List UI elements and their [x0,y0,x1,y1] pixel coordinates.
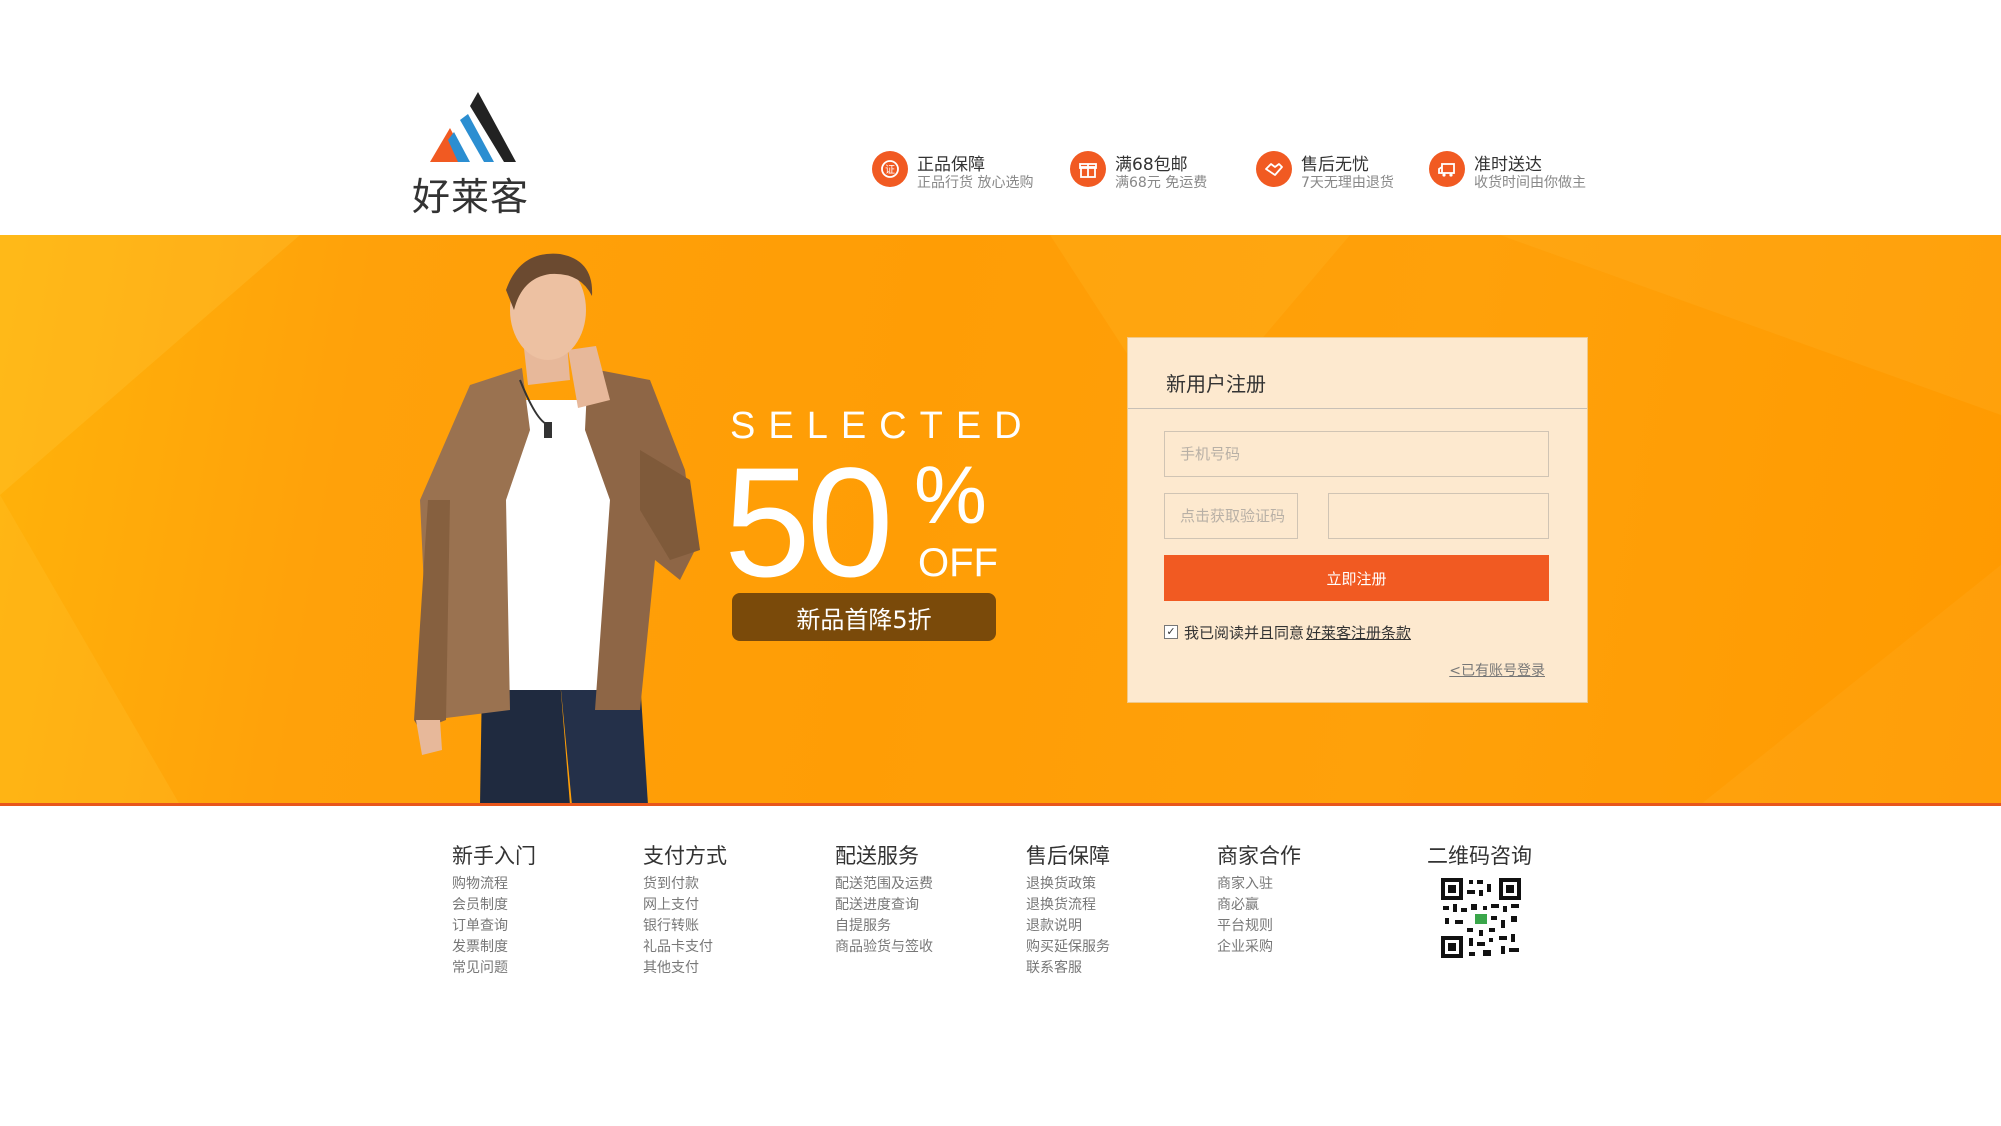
promo-off: OFF [918,541,998,585]
banner-facets [0,235,2001,805]
footer-link[interactable]: 货到付款 [643,874,727,895]
footer-link[interactable]: 配送范围及运费 [835,874,933,895]
verification-code-input[interactable] [1328,493,1549,539]
phone-input[interactable] [1164,431,1549,477]
footer-link[interactable]: 其他支付 [643,958,727,979]
footer-link[interactable]: 配送进度查询 [835,895,933,916]
footer-column-beginner: 新手入门 购物流程 会员制度 订单查询 发票制度 常见问题 [452,840,536,979]
footer-link[interactable]: 联系客服 [1026,958,1110,979]
footer-link[interactable]: 订单查询 [452,916,536,937]
gift-icon [1070,151,1106,187]
footer-link[interactable]: 银行转账 [643,916,727,937]
footer-link[interactable]: 企业采购 [1217,937,1301,958]
agree-text: 我已阅读并且同意 [1184,624,1305,642]
register-panel: 新用户注册 立即注册 ✓ 我已阅读并且同意 好莱客注册条款 <已有账号登录 [1127,337,1588,703]
footer-column-title: 新手入门 [452,844,536,868]
footer-column-merchant: 商家合作 商家入驻 商必赢 平台规则 企业采购 [1217,840,1301,958]
get-code-input[interactable] [1164,493,1298,539]
qr-title: 二维码咨询 [1427,844,1532,868]
footer-qr-column: 二维码咨询 [1427,840,1532,960]
footer-column-title: 支付方式 [643,844,727,868]
login-link[interactable]: <已有账号登录 [1449,660,1545,680]
model-photo [414,253,700,805]
footer-link[interactable]: 发票制度 [452,937,536,958]
qr-code-icon[interactable] [1439,876,1523,960]
brand-name: 好莱客 [412,175,530,219]
footer-link[interactable]: 商家入驻 [1217,874,1301,895]
register-divider [1128,408,1587,409]
footer-column-delivery: 配送服务 配送范围及运费 配送进度查询 自提服务 商品验货与签收 [835,840,933,958]
promo-banner [0,235,2001,805]
promo-number: 50 [724,436,894,610]
brand-logo[interactable]: 好莱客 [412,92,532,219]
footer-link[interactable]: 平台规则 [1217,916,1301,937]
footer-link[interactable]: 商必赢 [1217,895,1301,916]
feature-subtitle: 7天无理由退货 [1301,175,1394,191]
register-button[interactable]: 立即注册 [1164,555,1549,601]
footer-column-title: 商家合作 [1217,844,1301,868]
register-title: 新用户注册 [1166,372,1266,396]
certificate-icon: 证 [872,151,908,187]
handshake-icon [1256,151,1292,187]
footer-column-title: 售后保障 [1026,844,1110,868]
promo-tag[interactable]: 新品首降5折 [732,593,996,641]
footer-link[interactable]: 礼品卡支付 [643,937,727,958]
agree-checkbox[interactable]: ✓ [1164,625,1178,639]
logo-mark-icon [430,92,516,162]
feature-subtitle: 满68元 免运费 [1115,175,1208,191]
footer-link[interactable]: 退换货流程 [1026,895,1110,916]
site-header: 好莱客 证 正品保障 正品行货 放心选购 满68包邮 满68元 免运费 售后无忧… [0,0,2001,235]
footer-column-payment: 支付方式 货到付款 网上支付 银行转账 礼品卡支付 其他支付 [643,840,727,979]
footer-link[interactable]: 商品验货与签收 [835,937,933,958]
footer-link[interactable]: 退款说明 [1026,916,1110,937]
terms-link[interactable]: 好莱客注册条款 [1306,622,1411,643]
svg-text:证: 证 [885,164,895,176]
feature-subtitle: 收货时间由你做主 [1474,175,1586,191]
footer-link[interactable]: 网上支付 [643,895,727,916]
footer-link[interactable]: 自提服务 [835,916,933,937]
site-footer: 新手入门 购物流程 会员制度 订单查询 发票制度 常见问题 支付方式 货到付款 … [0,806,2001,1126]
truck-icon [1429,151,1465,187]
footer-column-after-sales: 售后保障 退换货政策 退换货流程 退款说明 购买延保服务 联系客服 [1026,840,1110,979]
footer-column-title: 配送服务 [835,844,919,868]
footer-link[interactable]: 购买延保服务 [1026,937,1110,958]
footer-link[interactable]: 会员制度 [452,895,536,916]
footer-link[interactable]: 购物流程 [452,874,536,895]
footer-link[interactable]: 常见问题 [452,958,536,979]
promo-percent: % [914,450,987,541]
footer-link[interactable]: 退换货政策 [1026,874,1110,895]
feature-subtitle: 正品行货 放心选购 [917,175,1034,191]
